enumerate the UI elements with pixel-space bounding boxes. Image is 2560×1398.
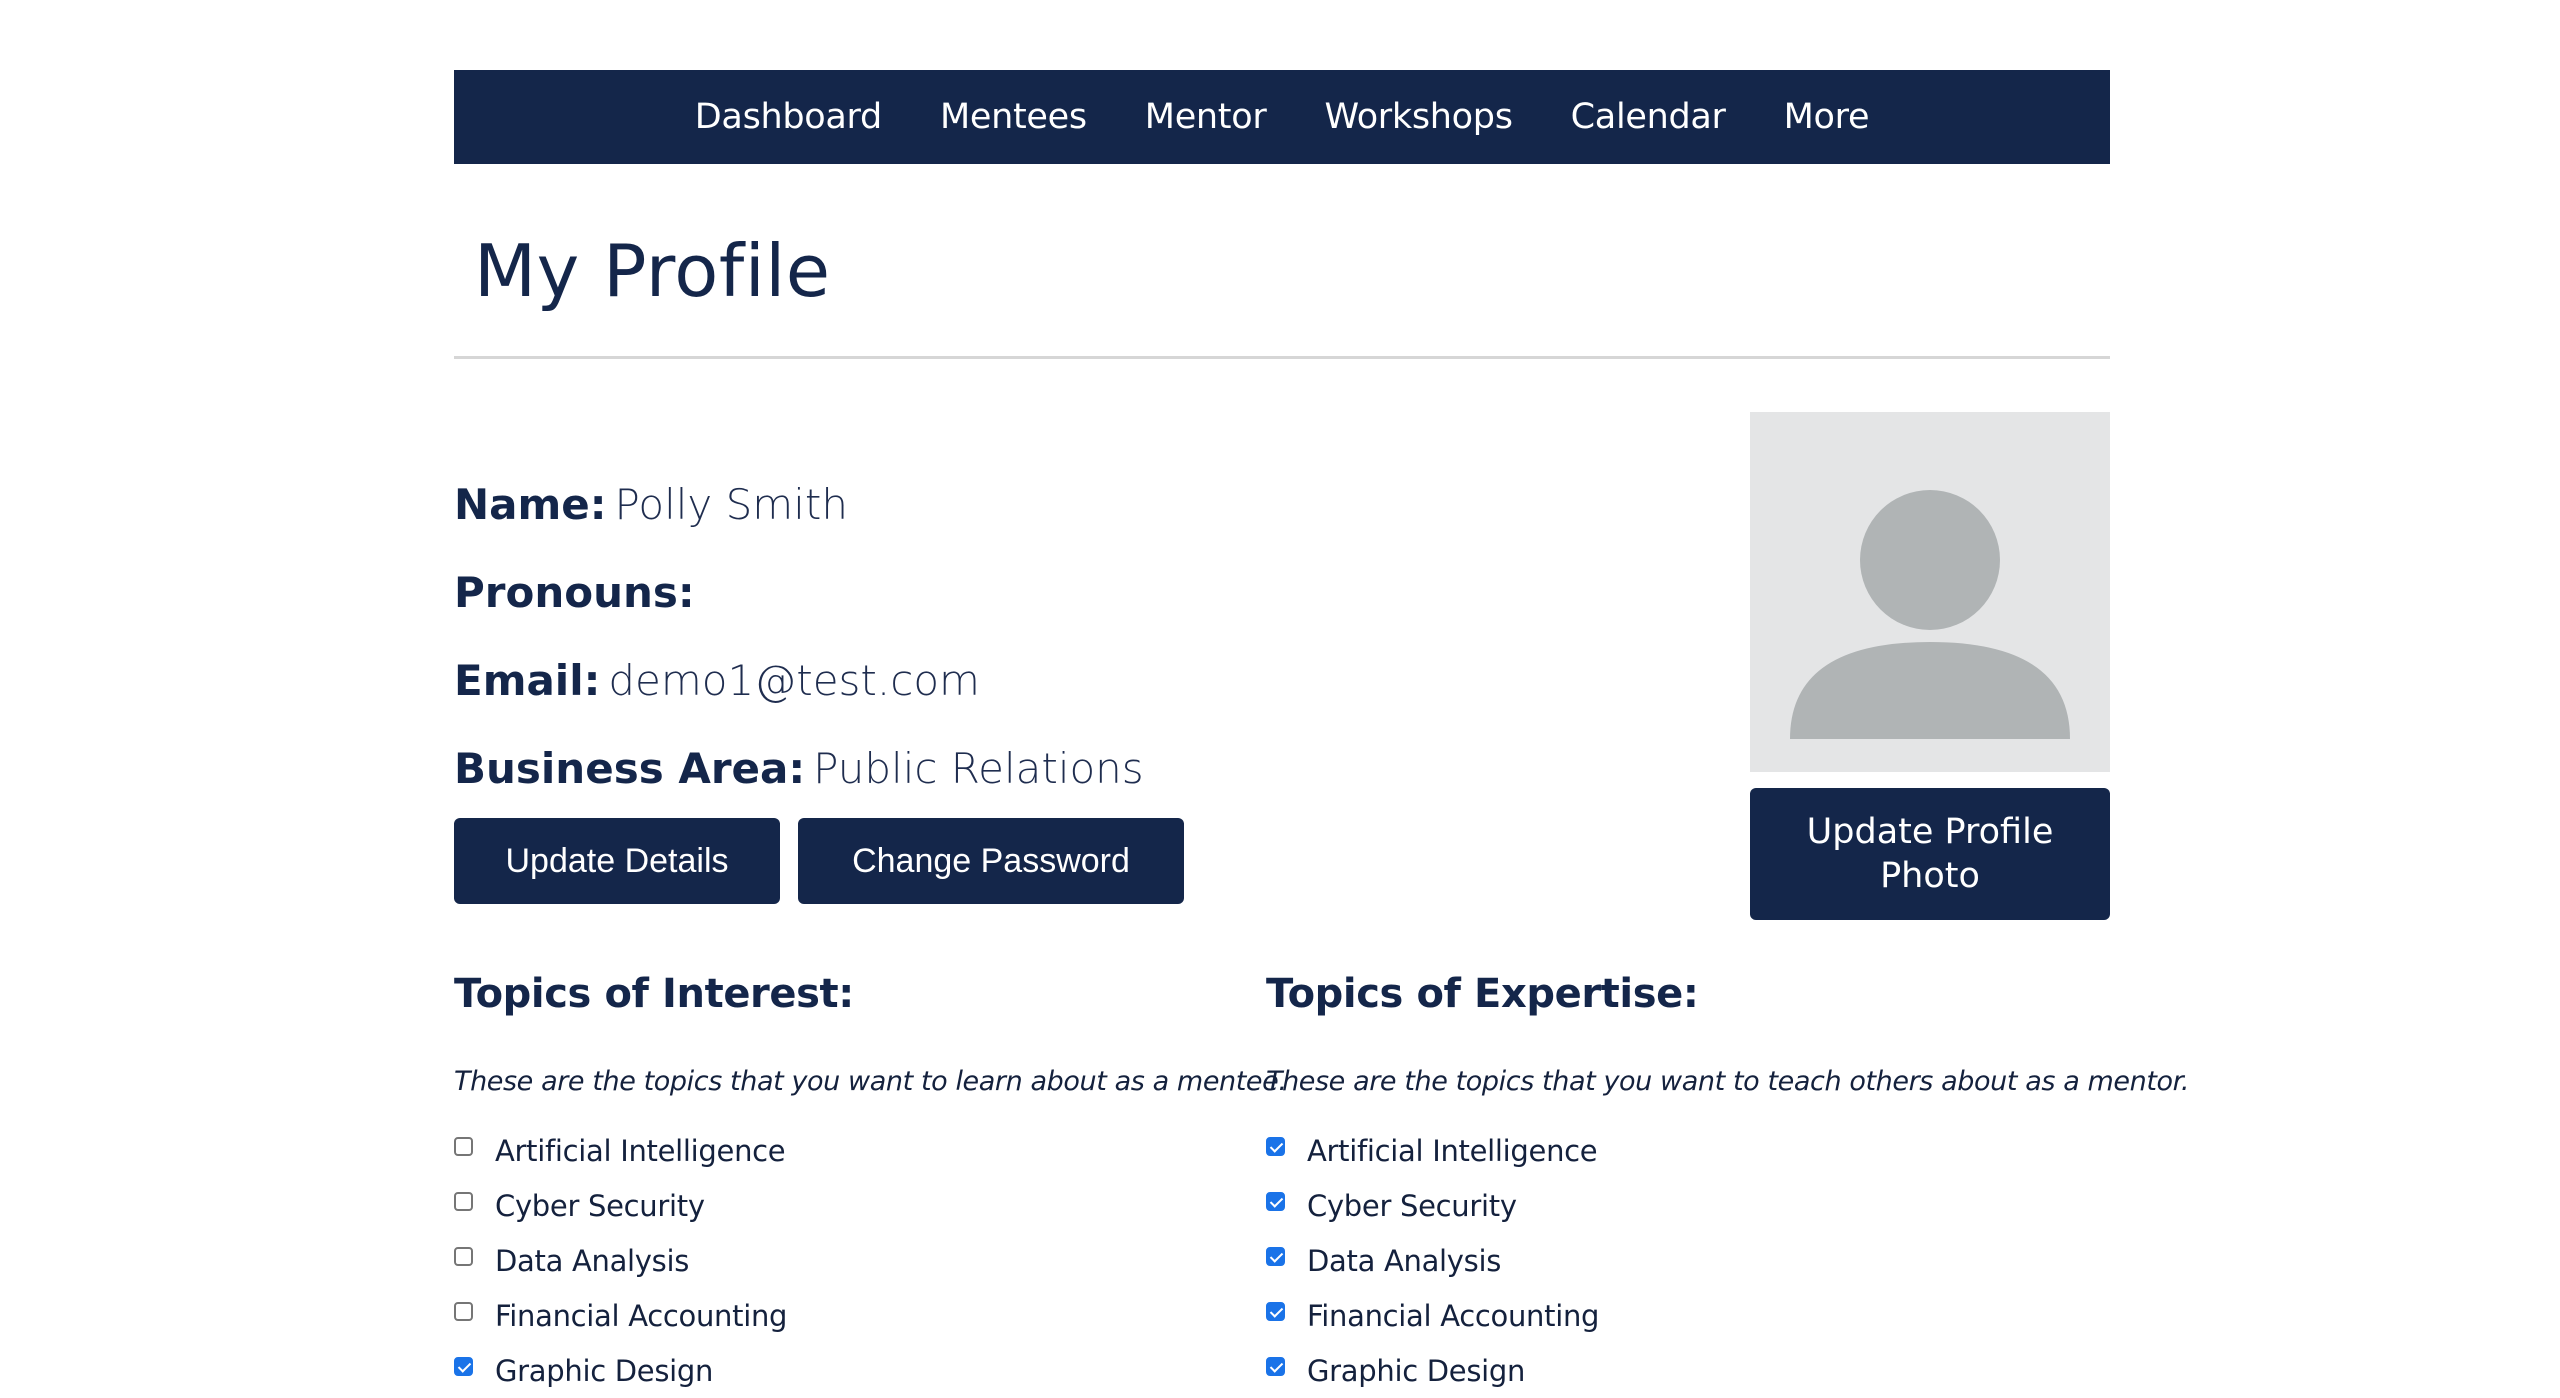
topic-item[interactable]: Graphic Design (454, 1343, 1214, 1398)
nav-item-dashboard[interactable]: Dashboard (666, 97, 911, 137)
topics-of-expertise-section: Topics of Expertise: These are the topic… (1266, 970, 2190, 1398)
topic-label: Artificial Intelligence (1307, 1133, 1598, 1168)
update-profile-photo-button[interactable]: Update Profile Photo (1750, 788, 2110, 920)
expertise-topic-list: Artificial Intelligence Cyber Security Dat… (1266, 1123, 2110, 1398)
business-area-label: Business Area: (454, 744, 806, 793)
main-navbar: Dashboard Mentees Mentor Workshops Calen… (454, 70, 2110, 164)
topic-item[interactable]: Data Analysis (454, 1233, 1214, 1288)
topics-of-interest-section: Topics of Interest: These are the topics… (454, 970, 1287, 1398)
topics-of-expertise-description: These are the topics that you want to te… (1266, 1066, 2190, 1097)
topic-label: Graphic Design (495, 1353, 714, 1388)
nav-item-calendar[interactable]: Calendar (1542, 97, 1755, 137)
title-divider (454, 356, 2110, 359)
topic-item[interactable]: Financial Accounting (454, 1288, 1214, 1343)
business-area-value: Public Relations (813, 744, 1144, 793)
checkbox-checked[interactable] (1266, 1357, 1285, 1376)
topic-item[interactable]: Data Analysis (1266, 1233, 2110, 1288)
topic-label: Financial Accounting (1307, 1298, 1600, 1333)
nav-item-workshops[interactable]: Workshops (1295, 97, 1541, 137)
name-row: Name: Polly Smith (454, 480, 1144, 568)
checkbox-checked[interactable] (1266, 1192, 1285, 1211)
topics-of-interest-heading: Topics of Interest: (454, 971, 854, 1017)
topic-label: Financial Accounting (495, 1298, 788, 1333)
topic-label: Artificial Intelligence (495, 1133, 786, 1168)
topic-item[interactable]: Artificial Intelligence (454, 1123, 1214, 1178)
topic-item[interactable]: Cyber Security (1266, 1178, 2110, 1233)
checkbox-unchecked[interactable] (454, 1192, 473, 1211)
page-container: Dashboard Mentees Mentor Workshops Calen… (454, 70, 2189, 1388)
checkbox-checked[interactable] (1266, 1137, 1285, 1156)
checkbox-checked[interactable] (1266, 1302, 1285, 1321)
email-label: Email: (454, 656, 601, 705)
topic-item[interactable]: Financial Accounting (1266, 1288, 2110, 1343)
topic-label: Cyber Security (1307, 1188, 1517, 1223)
checkbox-checked[interactable] (1266, 1247, 1285, 1266)
checkbox-unchecked[interactable] (454, 1247, 473, 1266)
pronouns-label: Pronouns: (454, 568, 695, 617)
interest-topic-list: Artificial Intelligence Cyber Security Dat… (454, 1123, 1214, 1398)
nav-item-mentor[interactable]: Mentor (1116, 97, 1296, 137)
name-label: Name: (454, 480, 607, 529)
topic-label: Data Analysis (1307, 1243, 1502, 1278)
topic-label: Data Analysis (495, 1243, 690, 1278)
topic-item[interactable]: Graphic Design (1266, 1343, 2110, 1398)
checkbox-unchecked[interactable] (454, 1302, 473, 1321)
topic-item[interactable]: Artificial Intelligence (1266, 1123, 2110, 1178)
topic-label: Cyber Security (495, 1188, 705, 1223)
change-password-button[interactable]: Change Password (798, 818, 1184, 904)
pronouns-row: Pronouns: (454, 568, 1144, 656)
profile-details: Name: Polly Smith Pronouns: Email: demo1@t… (454, 480, 1144, 832)
nav-item-mentees[interactable]: Mentees (911, 97, 1116, 137)
email-row: Email: demo1@test.com (454, 656, 1144, 744)
topics-of-interest-description: These are the topics that you want to le… (454, 1066, 1287, 1097)
user-placeholder-icon (1790, 490, 2070, 739)
topic-label: Graphic Design (1307, 1353, 1526, 1388)
page-title: My Profile (474, 229, 831, 313)
update-details-button[interactable]: Update Details (454, 818, 780, 904)
name-value: Polly Smith (614, 480, 848, 529)
topic-item[interactable]: Cyber Security (454, 1178, 1214, 1233)
checkbox-checked[interactable] (454, 1357, 473, 1376)
avatar (1750, 412, 2110, 772)
email-value: demo1@test.com (608, 656, 980, 705)
topics-of-expertise-heading: Topics of Expertise: (1266, 971, 1699, 1017)
checkbox-unchecked[interactable] (454, 1137, 473, 1156)
nav-item-more[interactable]: More (1755, 97, 1899, 137)
